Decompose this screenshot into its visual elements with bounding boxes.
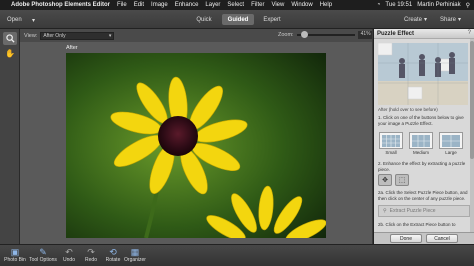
chevron-down-icon: ▾ — [458, 17, 462, 23]
menu-enhance[interactable]: Enhance — [175, 2, 199, 8]
done-button[interactable]: Done — [390, 234, 422, 243]
user-name[interactable]: Martin Perhiniak — [417, 2, 460, 8]
puzzle-small-icon — [379, 132, 403, 149]
zoom-value[interactable]: 41% — [357, 31, 372, 39]
zoom-control: Zoom: 41% — [278, 31, 372, 39]
view-options-bar: View: After Only ▾ Zoom: 41% — [20, 29, 372, 42]
preview-caption: After (hold over to see before) — [378, 107, 438, 112]
menu-image[interactable]: Image — [151, 2, 168, 8]
step-2b-text: 2b. Click on the Extract Piece button to — [378, 222, 456, 227]
zoom-slider-knob[interactable] — [300, 31, 308, 38]
organizer-button[interactable]: ▦ Organizer — [120, 246, 150, 264]
open-label: Open — [7, 17, 22, 23]
chevron-down-icon: ▾ — [424, 17, 428, 23]
status-area: ◔ Tue 19:51 Martin Perhiniak ⚲ — [377, 0, 470, 10]
after-label: After — [66, 45, 78, 51]
size-small-label: Small — [385, 150, 397, 155]
zoom-slider[interactable] — [296, 31, 355, 38]
zoom-tool-icon[interactable] — [3, 32, 17, 45]
menu-help[interactable]: Help — [320, 2, 332, 8]
menu-file[interactable]: File — [117, 2, 127, 8]
hand-tool-icon[interactable]: ✋ — [3, 47, 17, 60]
chevron-down-icon: ▾ — [31, 17, 35, 24]
help-icon[interactable]: ? — [468, 30, 471, 36]
menu-view[interactable]: View — [271, 2, 284, 8]
size-large-button[interactable]: Large — [439, 132, 463, 155]
app-name[interactable]: Adobe Photoshop Elements Editor — [11, 2, 110, 8]
mode-tabs: Quick Guided Expert — [188, 14, 288, 25]
wifi-icon[interactable]: ◔ — [377, 2, 381, 8]
photo-bin-icon: ▣ — [10, 246, 20, 257]
panel-scrollbar[interactable] — [470, 39, 474, 232]
panel-title: Puzzle Effect — [374, 29, 474, 39]
tab-expert[interactable]: Expert — [256, 14, 288, 25]
view-select[interactable]: After Only ▾ — [40, 31, 115, 40]
zoom-label: Zoom: — [278, 32, 294, 38]
puzzle-tools: ✥ ⬚ — [378, 174, 409, 186]
flower-photo[interactable] — [66, 53, 326, 238]
menu-layer[interactable]: Layer — [205, 2, 220, 8]
tab-quick[interactable]: Quick — [188, 14, 220, 25]
time-display: Tue 19:51 — [385, 2, 413, 8]
select-piece-icon[interactable]: ⬚ — [395, 174, 409, 186]
scrollbar-thumb[interactable] — [470, 41, 474, 159]
cancel-button[interactable]: Cancel — [426, 234, 458, 243]
size-medium-label: Medium — [412, 150, 429, 155]
size-large-label: Large — [445, 150, 457, 155]
puzzle-size-options: Small Medium Large — [379, 132, 463, 155]
tool-strip: ✋ — [0, 29, 20, 244]
panel-footer: Done Cancel — [374, 232, 474, 244]
size-medium-button[interactable]: Medium — [409, 132, 433, 155]
photo-bin-label: Photo Bin — [4, 257, 26, 263]
organizer-icon: ▦ — [130, 246, 140, 257]
guided-panel: Puzzle Effect ? After (hold over to see … — [373, 29, 474, 244]
tab-guided[interactable]: Guided — [222, 14, 254, 25]
os-menubar: Adobe Photoshop Elements Editor File Edi… — [0, 0, 474, 10]
menu-filter[interactable]: Filter — [251, 2, 264, 8]
move-tool-icon[interactable]: ✥ — [378, 174, 392, 186]
create-label: Create — [404, 16, 423, 23]
app-window: Adobe Photoshop Elements Editor File Edi… — [0, 0, 474, 266]
photo-bin-button[interactable]: ▣ Photo Bin — [0, 246, 30, 264]
view-label: View: — [24, 32, 38, 39]
extract-piece-button[interactable]: ⚲ Extract Puzzle Piece — [378, 205, 470, 217]
view-select-value: After Only — [43, 32, 66, 39]
canvas-area: After — [20, 42, 372, 244]
menu-select[interactable]: Select — [227, 2, 244, 8]
mode-bar: Open ▾ Quick Guided Expert Create ▾ Shar… — [0, 10, 474, 29]
search-icon[interactable]: ⚲ — [466, 2, 470, 9]
effect-preview-image[interactable] — [378, 43, 468, 105]
step-1-text: 1. Click on one of the buttons below to … — [378, 115, 464, 126]
magnifier-icon: ⚲ — [383, 208, 387, 214]
puzzle-large-icon — [439, 132, 463, 149]
open-button[interactable]: Open ▾ — [4, 14, 38, 26]
share-button[interactable]: Share ▾ — [440, 14, 461, 25]
step-2a-text: 2a. Click the Select Puzzle Piece button… — [378, 190, 468, 201]
bottom-taskbar: ▣ Photo Bin ✎ Tool Options ↶ Undo ↷ Redo… — [0, 244, 474, 266]
create-button[interactable]: Create ▾ — [404, 14, 427, 25]
extract-piece-label: Extract Puzzle Piece — [389, 208, 436, 214]
menu-edit[interactable]: Edit — [134, 2, 144, 8]
puzzle-medium-icon — [409, 132, 433, 149]
share-label: Share — [440, 16, 457, 23]
menu-window[interactable]: Window — [291, 2, 312, 8]
organizer-label: Organizer — [124, 257, 146, 263]
chevron-down-icon: ▾ — [108, 32, 112, 39]
size-small-button[interactable]: Small — [379, 132, 403, 155]
step-2-text: 2. Enhance the effect by extracting a pu… — [378, 161, 466, 172]
